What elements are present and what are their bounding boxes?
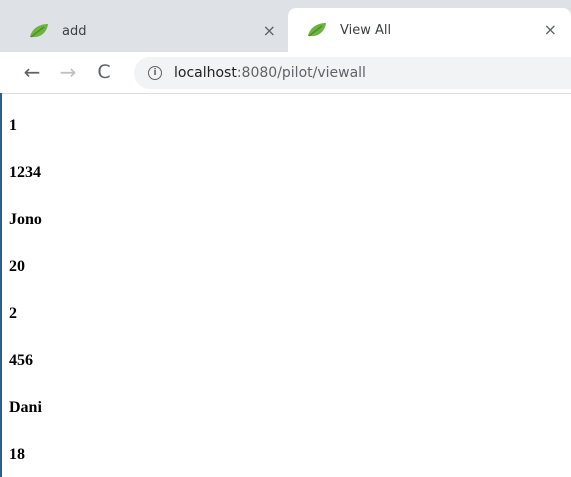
spring-leaf-icon xyxy=(30,24,48,38)
spring-leaf-icon xyxy=(308,23,326,37)
list-item: 1234 xyxy=(9,164,41,181)
list-item: 20 xyxy=(9,258,25,275)
tab-title: View All xyxy=(340,23,392,38)
page-content: 1 1234 Jono 20 2 456 Dani 18 xyxy=(0,93,571,477)
tab-strip: add × View All × xyxy=(0,0,571,60)
close-icon[interactable]: × xyxy=(263,21,276,40)
info-icon[interactable]: i xyxy=(148,66,162,80)
list-item: 456 xyxy=(9,352,33,369)
tab-title: add xyxy=(62,24,87,39)
browser-toolbar: ← → C i localhost:8080/pilot/viewall xyxy=(0,52,571,94)
list-item: 2 xyxy=(9,305,17,322)
reload-icon[interactable]: C xyxy=(92,60,116,84)
forward-arrow-icon[interactable]: → xyxy=(56,60,80,84)
back-arrow-icon[interactable]: ← xyxy=(20,60,44,84)
url-path: :8080/pilot/viewall xyxy=(236,65,366,81)
close-icon[interactable]: × xyxy=(544,20,557,39)
tab-view-all[interactable]: View All × xyxy=(288,8,571,52)
address-bar[interactable]: i localhost:8080/pilot/viewall xyxy=(134,57,571,89)
url-text[interactable]: localhost:8080/pilot/viewall xyxy=(174,65,366,81)
url-host: localhost xyxy=(174,65,237,81)
list-item: Jono xyxy=(9,211,42,228)
list-item: Dani xyxy=(9,399,42,416)
list-item: 18 xyxy=(9,446,25,463)
list-item: 1 xyxy=(9,117,17,134)
